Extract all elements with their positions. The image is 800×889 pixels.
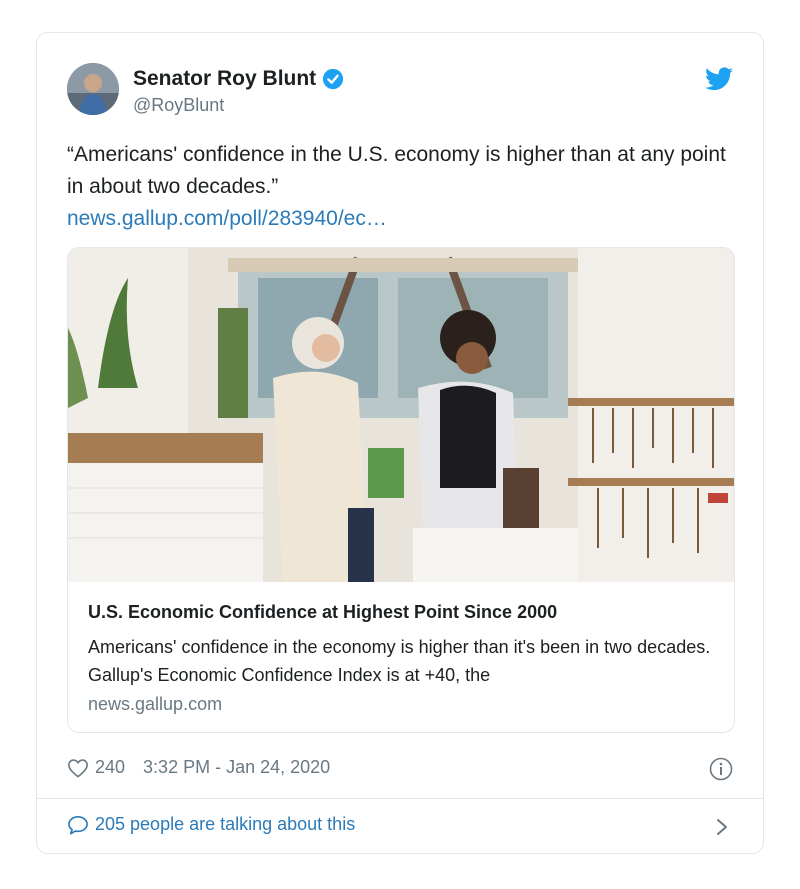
tweet-meta: 240 3:32 PM - Jan 24, 2020 xyxy=(67,757,330,778)
card-title: U.S. Economic Confidence at Highest Poin… xyxy=(88,602,558,622)
divider xyxy=(37,798,763,799)
verified-badge-icon xyxy=(323,68,344,90)
avatar[interactable] xyxy=(67,63,119,115)
link-preview-card[interactable]: U.S. Economic Confidence at Highest Poin… xyxy=(67,247,735,733)
author-name-text: Senator Roy Blunt xyxy=(133,67,317,90)
embedded-tweet: Senator Roy Blunt @RoyBlunt “Americans' … xyxy=(36,32,764,854)
author-handle[interactable]: @RoyBlunt xyxy=(133,95,224,116)
speech-bubble-icon xyxy=(68,815,88,834)
info-icon[interactable] xyxy=(709,757,733,781)
heart-icon[interactable] xyxy=(67,758,89,778)
chevron-right-icon[interactable] xyxy=(715,817,729,837)
conversation-label: 205 people are talking about this xyxy=(95,814,356,834)
tweet-link[interactable]: news.gallup.com/poll/283940/ec… xyxy=(67,203,727,235)
tweet-text: “Americans' confidence in the U.S. econo… xyxy=(67,143,726,198)
like-count[interactable]: 240 xyxy=(95,757,125,778)
card-description: Americans' confidence in the economy is … xyxy=(88,637,711,685)
conversation-link[interactable]: 205 people are talking about this xyxy=(67,814,355,835)
card-domain: news.gallup.com xyxy=(88,694,223,714)
card-image xyxy=(68,248,734,582)
twitter-bird-icon[interactable] xyxy=(705,67,733,91)
author-name[interactable]: Senator Roy Blunt xyxy=(133,67,344,91)
tweet-timestamp[interactable]: 3:32 PM - Jan 24, 2020 xyxy=(143,757,330,778)
tweet-body: “Americans' confidence in the U.S. econo… xyxy=(67,139,727,235)
